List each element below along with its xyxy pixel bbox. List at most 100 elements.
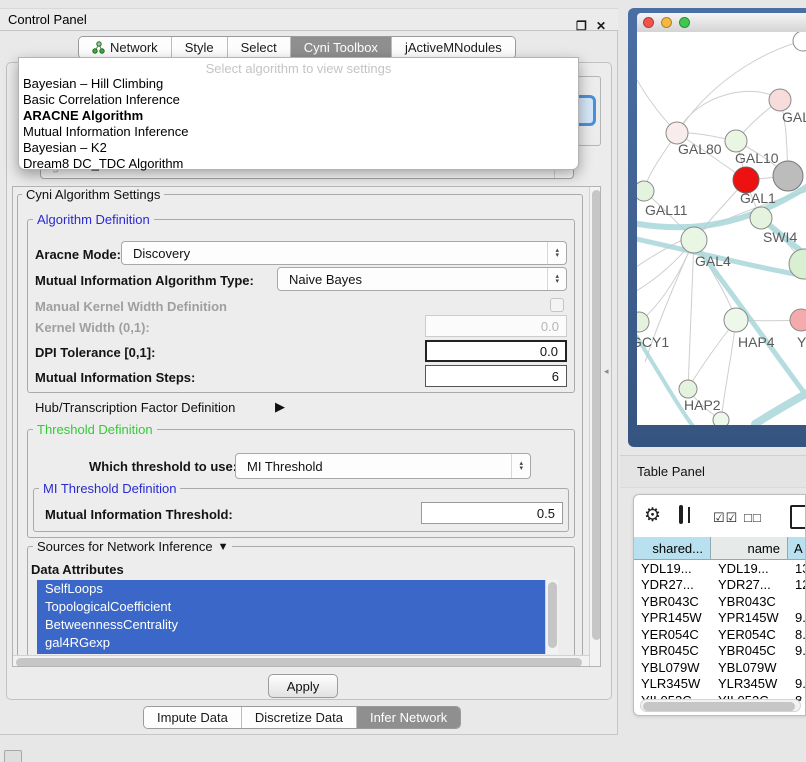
column-header-clipped[interactable]: A bbox=[788, 537, 806, 560]
which-threshold-combo[interactable]: MI Threshold ▴▾ bbox=[235, 453, 531, 479]
node bbox=[637, 181, 654, 201]
node-label: GAL10 bbox=[735, 150, 779, 166]
which-threshold-value: MI Threshold bbox=[247, 459, 323, 474]
column-header-name[interactable]: name bbox=[711, 537, 788, 560]
file-icon[interactable] bbox=[790, 505, 806, 529]
tab-style[interactable]: Style bbox=[172, 37, 228, 58]
algorithm-popup-placeholder: Select algorithm to view settings bbox=[21, 61, 576, 76]
mi-threshold-label: Mutual Information Threshold: bbox=[45, 507, 233, 522]
control-panel-title: Control Panel bbox=[8, 12, 87, 27]
mi-algorithm-type-label: Mutual Information Algorithm Type: bbox=[35, 273, 254, 288]
select-all-checkboxes-icon[interactable]: ☑☑ bbox=[713, 510, 738, 526]
algorithm-option[interactable]: Bayesian – Hill Climbing bbox=[21, 76, 576, 92]
list-item[interactable]: gal4RGexp bbox=[37, 634, 544, 652]
table-row[interactable]: YPR145WYPR145W9. bbox=[634, 610, 806, 627]
minimize-traffic-light[interactable] bbox=[661, 17, 672, 28]
deselect-all-checkboxes-icon[interactable]: □□ bbox=[744, 510, 762, 525]
tab-impute-data[interactable]: Impute Data bbox=[144, 707, 242, 728]
table-window: ⚙ ☑☑ □□ shared... name A YDL19...YDL19..… bbox=[633, 494, 806, 716]
settings-horizontal-scrollbar[interactable] bbox=[13, 655, 589, 667]
table-row[interactable]: YLR345WYLR345W9. bbox=[634, 676, 806, 693]
tab-discretize-data[interactable]: Discretize Data bbox=[242, 707, 357, 728]
node-label: GAL bbox=[782, 109, 806, 125]
list-item[interactable]: BetweennessCentrality bbox=[37, 616, 544, 634]
dpi-tolerance-label: DPI Tolerance [0,1]: bbox=[35, 345, 155, 360]
data-attributes-list: SelfLoops TopologicalCoefficient Between… bbox=[37, 580, 558, 654]
tab-jactivemnodules[interactable]: jActiveMNodules bbox=[392, 37, 515, 58]
algorithm-option-selected[interactable]: ARACNE Algorithm bbox=[21, 108, 576, 124]
table-row[interactable]: YBR045CYBR045C9. bbox=[634, 643, 806, 660]
node bbox=[681, 227, 707, 253]
float-icon[interactable]: ❐ bbox=[576, 20, 587, 32]
table-horizontal-scrollbar[interactable] bbox=[640, 699, 801, 712]
close-traffic-light[interactable] bbox=[643, 17, 654, 28]
gear-icon[interactable]: ⚙ bbox=[644, 504, 661, 527]
mi-steps-input[interactable]: 6 bbox=[425, 365, 567, 387]
table-row[interactable]: YBL079WYBL079W bbox=[634, 659, 806, 676]
tab-select[interactable]: Select bbox=[228, 37, 291, 58]
tab-cyni-toolbox[interactable]: Cyni Toolbox bbox=[291, 37, 392, 58]
which-threshold-label: Which threshold to use: bbox=[89, 459, 237, 474]
mi-threshold-title: MI Threshold Definition bbox=[39, 481, 180, 496]
close-icon[interactable]: ✕ bbox=[596, 20, 606, 32]
algorithm-option[interactable]: Bayesian – K2 bbox=[21, 140, 576, 156]
list-item[interactable]: SelfLoops bbox=[37, 580, 544, 598]
mi-algorithm-type-combo[interactable]: Naive Bayes ▴▾ bbox=[277, 267, 567, 291]
node-label: HAP2 bbox=[684, 397, 721, 413]
apply-button[interactable]: Apply bbox=[268, 674, 338, 698]
node-label: GAL11 bbox=[645, 202, 688, 218]
algorithm-dropdown-popup: Select algorithm to view settings Bayesi… bbox=[18, 57, 579, 170]
cyni-algorithm-settings-title: Cyni Algorithm Settings bbox=[22, 187, 164, 202]
mi-algorithm-type-value: Naive Bayes bbox=[289, 272, 362, 287]
zoom-traffic-light[interactable] bbox=[679, 17, 690, 28]
tab-infer-network[interactable]: Infer Network bbox=[357, 707, 460, 728]
kernel-width-input: 0.0 bbox=[425, 315, 567, 337]
settings-scrollpane: Cyni Algorithm Settings Algorithm Defini… bbox=[12, 186, 601, 667]
dpi-tolerance-input[interactable]: 0.0 bbox=[425, 340, 567, 362]
aracne-mode-combo[interactable]: Discovery ▴▾ bbox=[121, 241, 567, 265]
node bbox=[724, 308, 748, 332]
dock-mini-button[interactable] bbox=[4, 750, 22, 762]
mi-threshold-input[interactable]: 0.5 bbox=[421, 502, 563, 524]
node bbox=[769, 89, 791, 111]
algorithm-option[interactable]: Dream8 DC_TDC Algorithm bbox=[21, 156, 576, 172]
algorithm-definition-title: Algorithm Definition bbox=[33, 212, 154, 227]
column-header-shared-name[interactable]: shared... bbox=[634, 537, 711, 560]
network-canvas[interactable]: GAL GAL80 GAL10 GAL1 GAL11 SWI4 GAL4 GCY… bbox=[637, 32, 806, 425]
table-rows: YDL19...YDL19...13 YDR27...YDR27...12 YB… bbox=[634, 560, 806, 701]
node bbox=[750, 207, 772, 229]
data-attributes-label: Data Attributes bbox=[31, 562, 124, 577]
combo-stepper-icon: ▴▾ bbox=[511, 454, 530, 478]
table-panel-titlebar: Table Panel bbox=[620, 455, 806, 488]
table-row[interactable]: YDR27...YDR27...12 bbox=[634, 577, 806, 594]
sources-collapse-icon[interactable]: ▼ bbox=[218, 541, 229, 553]
manual-kernel-width-checkbox bbox=[550, 298, 564, 312]
network-graph: GAL GAL80 GAL10 GAL1 GAL11 SWI4 GAL4 GCY… bbox=[637, 32, 806, 425]
algorithm-option[interactable]: Basic Correlation Inference bbox=[21, 92, 576, 108]
splitter-arrow-icon[interactable]: ◂ bbox=[604, 366, 609, 377]
combo-stepper-icon: ▴▾ bbox=[547, 268, 566, 290]
network-window-titlebar[interactable] bbox=[637, 13, 806, 32]
list-vertical-scrollbar[interactable] bbox=[545, 580, 558, 654]
settings-vertical-scrollbar[interactable] bbox=[589, 187, 601, 667]
aracne-mode-label: Aracne Mode: bbox=[35, 247, 121, 262]
control-panel-titlebar: Control Panel bbox=[0, 8, 618, 31]
network-icon bbox=[92, 41, 105, 54]
algorithm-option[interactable]: Mutual Information Inference bbox=[21, 124, 576, 140]
manual-kernel-width-label: Manual Kernel Width Definition bbox=[35, 299, 227, 314]
columns-icon[interactable] bbox=[679, 505, 683, 524]
node bbox=[713, 412, 729, 425]
node bbox=[793, 32, 806, 51]
table-row[interactable]: YDL19...YDL19...13 bbox=[634, 560, 806, 577]
table-row[interactable]: YBR043CYBR043C bbox=[634, 593, 806, 610]
hub-definition-label: Hub/Transcription Factor Definition bbox=[35, 400, 235, 415]
node-label: SWI4 bbox=[763, 229, 797, 245]
threshold-definition-title: Threshold Definition bbox=[33, 422, 157, 437]
list-item[interactable]: TopologicalCoefficient bbox=[37, 598, 544, 616]
hub-expand-icon[interactable]: ▶ bbox=[275, 399, 285, 415]
tab-network[interactable]: Network bbox=[79, 37, 172, 58]
table-row[interactable]: YER054CYER054C8. bbox=[634, 626, 806, 643]
network-view-window: GAL GAL80 GAL10 GAL1 GAL11 SWI4 GAL4 GCY… bbox=[628, 8, 806, 447]
control-panel-window: Control Panel ❐ ✕ Network Style Select C… bbox=[0, 8, 618, 735]
table-panel-title: Table Panel bbox=[637, 464, 705, 479]
